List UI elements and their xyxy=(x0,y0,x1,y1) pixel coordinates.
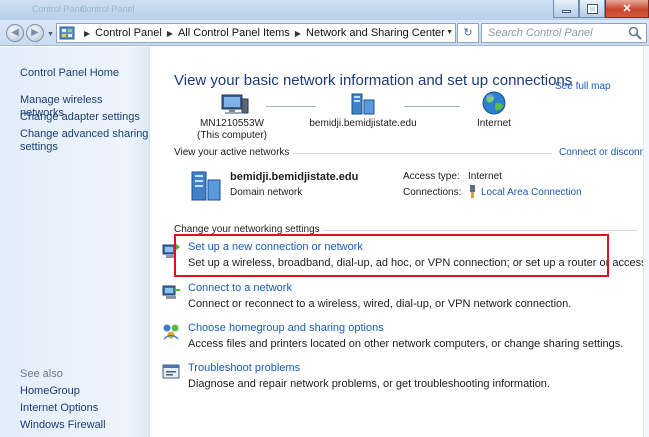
connect-network-icon xyxy=(162,285,180,299)
homegroup-sharing-desc: Access files and printers located on oth… xyxy=(188,338,624,350)
close-icon: ✕ xyxy=(622,3,632,15)
ghost-tab-text: Control Panel xyxy=(32,4,87,14)
internet-globe-icon[interactable] xyxy=(481,90,507,116)
task-connect-network: Connect to a network Connect or reconnec… xyxy=(162,282,572,311)
address-bar: ◀ ▶ ▼ ▶ Control Panel ▶ All Control Pane… xyxy=(0,20,649,46)
scrollbar-edge[interactable] xyxy=(643,47,649,437)
connect-network-link[interactable]: Connect to a network xyxy=(188,282,571,295)
section-divider xyxy=(322,230,638,231)
recent-pages-dropdown[interactable]: ▼ xyxy=(47,31,54,38)
search-placeholder: Search Control Panel xyxy=(488,27,593,39)
connections-label: Connections: xyxy=(403,187,462,198)
homegroup-sharing-link[interactable]: Choose homegroup and sharing options xyxy=(188,322,623,335)
breadcrumb-separator-icon[interactable]: ▶ xyxy=(84,29,90,38)
troubleshoot-link[interactable]: Troubleshoot problems xyxy=(188,362,550,375)
task-homegroup: Choose homegroup and sharing options Acc… xyxy=(163,322,624,351)
refresh-button[interactable]: ↻ xyxy=(457,23,479,43)
control-panel-home-link[interactable]: Control Panel Home xyxy=(20,67,119,80)
this-computer-node: MN1210553W (This computer) xyxy=(182,118,282,142)
search-input[interactable]: Search Control Panel xyxy=(481,23,647,43)
window-controls: ✕ xyxy=(553,0,649,18)
domain-node-label: bemidji.bemidjistate.edu xyxy=(309,118,417,129)
troubleshoot-icon xyxy=(162,364,180,379)
troubleshoot-desc: Diagnose and repair network problems, or… xyxy=(188,378,550,390)
computer-icon[interactable] xyxy=(220,91,250,117)
computer-sublabel: (This computer) xyxy=(196,130,267,141)
maximize-button[interactable] xyxy=(579,0,605,18)
task-troubleshoot: Troubleshoot problems Diagnose and repai… xyxy=(162,362,550,391)
domain-network-icon xyxy=(191,171,221,201)
breadcrumb-separator-icon[interactable]: ▶ xyxy=(295,29,301,38)
change-adapter-settings-link[interactable]: Change adapter settings xyxy=(20,111,140,124)
homegroup-link[interactable]: HomeGroup xyxy=(20,385,80,398)
change-advanced-sharing-link[interactable]: Change advanced sharing xyxy=(20,128,148,141)
title-bar: Control Panel Control Panel ✕ xyxy=(0,0,649,20)
forward-button[interactable]: ▶ xyxy=(26,24,44,42)
minimize-button[interactable] xyxy=(553,0,579,18)
active-network-name: bemidji.bemidjistate.edu xyxy=(230,171,359,183)
control-panel-icon xyxy=(59,26,75,40)
highlight-annotation-box xyxy=(174,234,609,277)
connect-or-disconnect-link[interactable]: Connect or disconnect xyxy=(559,147,649,158)
address-dropdown-icon[interactable]: ▼ xyxy=(446,29,453,36)
close-button[interactable]: ✕ xyxy=(605,0,649,18)
change-advanced-sharing-link-cont[interactable]: settings xyxy=(20,141,58,154)
internet-node-label: Internet xyxy=(477,118,511,129)
local-area-connection-link[interactable]: Local Area Connection xyxy=(481,187,582,198)
search-icon[interactable] xyxy=(627,25,643,41)
ghost-tab-text: Control Panel xyxy=(80,4,135,14)
left-navigation-pane: Control Panel Home Manage wireless netwo… xyxy=(0,47,150,437)
breadcrumb-separator-icon[interactable]: ▶ xyxy=(167,29,173,38)
connect-network-desc: Connect or reconnect to a wireless, wire… xyxy=(188,298,572,310)
page-title: View your basic network information and … xyxy=(174,72,573,89)
breadcrumb-all-items[interactable]: All Control Panel Items xyxy=(178,27,290,39)
breadcrumb-network-center[interactable]: Network and Sharing Center xyxy=(306,27,445,39)
homegroup-icon xyxy=(163,324,179,340)
minimize-icon xyxy=(561,9,571,13)
active-network-type: Domain network xyxy=(230,187,303,198)
maximize-icon xyxy=(586,3,598,14)
access-type-value: Internet xyxy=(468,171,502,182)
see-also-label: See also xyxy=(20,368,63,380)
computer-name: MN1210553W xyxy=(200,118,264,129)
ethernet-icon xyxy=(470,185,475,198)
windows-firewall-link[interactable]: Windows Firewall xyxy=(20,419,106,432)
breadcrumb[interactable]: ▶ Control Panel ▶ All Control Panel Item… xyxy=(56,23,456,43)
domain-network-icon[interactable] xyxy=(348,91,378,117)
refresh-icon: ↻ xyxy=(463,27,473,39)
connection-line xyxy=(404,106,460,107)
breadcrumb-control-panel[interactable]: Control Panel xyxy=(95,27,162,39)
see-full-map-link[interactable]: See full map xyxy=(555,81,611,92)
back-button[interactable]: ◀ xyxy=(6,24,24,42)
forward-arrow-icon: ▶ xyxy=(31,27,39,38)
connection-line xyxy=(266,106,316,107)
back-arrow-icon: ◀ xyxy=(11,27,19,38)
internet-options-link[interactable]: Internet Options xyxy=(20,402,98,415)
access-type-label: Access type: xyxy=(403,171,460,182)
section-divider xyxy=(292,153,552,154)
active-networks-label: View your active networks xyxy=(174,147,290,158)
